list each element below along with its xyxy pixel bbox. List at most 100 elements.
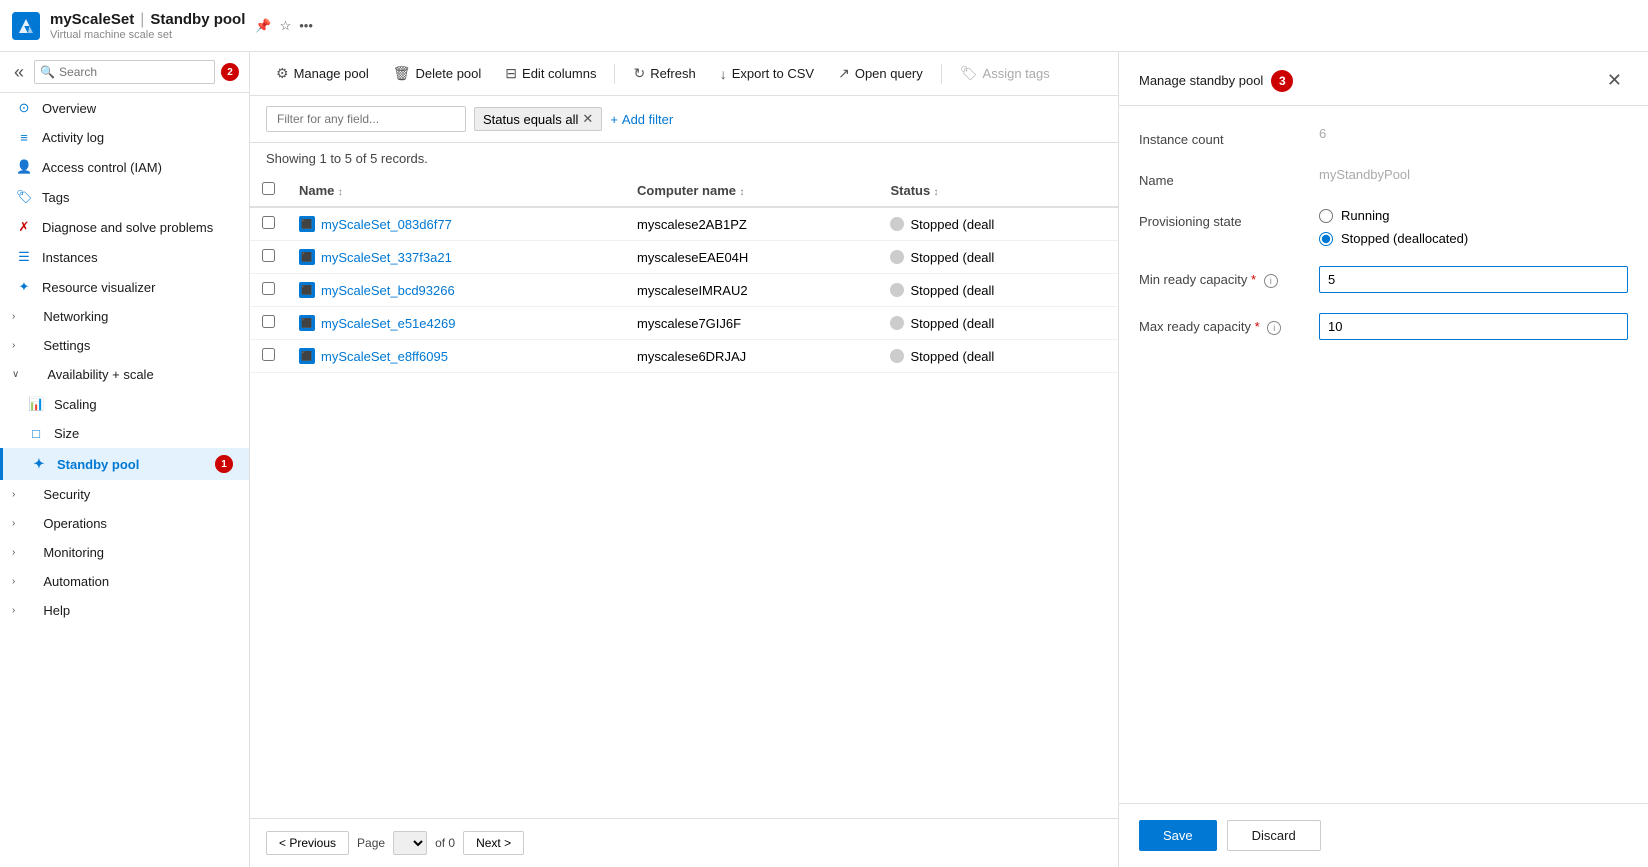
- instance-link[interactable]: ⬛ myScaleSet_bcd93266: [299, 282, 613, 298]
- standby-pool-icon: ✦: [31, 456, 47, 472]
- sidebar-group-monitoring[interactable]: › Monitoring: [0, 538, 249, 567]
- sidebar-group-security[interactable]: › Security: [0, 480, 249, 509]
- open-query-icon: ↗: [838, 65, 850, 82]
- min-ready-input[interactable]: [1319, 266, 1628, 293]
- row-name-cell: ⬛ myScaleSet_e8ff6095: [287, 340, 625, 373]
- instance-link[interactable]: ⬛ myScaleSet_e8ff6095: [299, 348, 613, 364]
- save-button[interactable]: Save: [1139, 820, 1217, 851]
- status-icon: [890, 316, 904, 330]
- radio-stopped-input[interactable]: [1319, 232, 1333, 246]
- manage-pool-button[interactable]: ⚙ Manage pool: [266, 60, 379, 87]
- max-ready-info-icon[interactable]: i: [1267, 321, 1281, 335]
- row-checkbox-cell: [250, 207, 287, 241]
- sidebar-group-automation[interactable]: › Automation: [0, 567, 249, 596]
- search-input[interactable]: [34, 60, 215, 84]
- radio-stopped[interactable]: Stopped (deallocated): [1319, 231, 1628, 246]
- max-ready-input[interactable]: [1319, 313, 1628, 340]
- next-button[interactable]: Next >: [463, 831, 524, 855]
- sidebar-item-size[interactable]: □ Size: [0, 419, 249, 448]
- radio-running[interactable]: Running: [1319, 208, 1628, 223]
- assign-tags-button[interactable]: 🏷 Assign tags: [950, 60, 1060, 87]
- page-select[interactable]: [393, 831, 427, 855]
- instance-link[interactable]: ⬛ myScaleSet_083d6f77: [299, 216, 613, 232]
- open-query-button[interactable]: ↗ Open query: [828, 60, 933, 87]
- instance-link[interactable]: ⬛ myScaleSet_e51e4269: [299, 315, 613, 331]
- select-all-checkbox[interactable]: [262, 182, 275, 195]
- computer-name: myscaleseEAE04H: [637, 250, 748, 265]
- sidebar-group-settings[interactable]: › Settings: [0, 331, 249, 360]
- top-bar-subtitle: Virtual machine scale set: [50, 29, 245, 41]
- availability-chevron-icon: ∨: [12, 369, 19, 380]
- provisioning-state-value: Running Stopped (deallocated): [1319, 208, 1628, 246]
- sidebar-item-overview[interactable]: ⊙ Overview: [0, 93, 249, 123]
- collapse-button[interactable]: «: [10, 62, 28, 83]
- computer-name: myscalese7GIJ6F: [637, 316, 741, 331]
- computer-sort-icon: ↕: [739, 187, 744, 198]
- computer-name: myscaleseIMRAU2: [637, 283, 748, 298]
- standby-pool-badge: 1: [215, 455, 233, 473]
- filter-input[interactable]: [266, 106, 466, 132]
- th-name[interactable]: Name ↕: [287, 174, 625, 207]
- name-sort-icon: ↕: [338, 187, 343, 198]
- sidebar-group-networking[interactable]: › Networking: [0, 302, 249, 331]
- min-ready-info-icon[interactable]: i: [1264, 274, 1278, 288]
- export-csv-button[interactable]: ↓ Export to CSV: [710, 61, 824, 87]
- max-ready-value: [1319, 313, 1628, 340]
- status-label: Stopped (deall: [910, 316, 994, 331]
- filter-tag-close[interactable]: ✕: [582, 111, 593, 127]
- sidebar-item-label: Activity log: [42, 130, 104, 145]
- th-computer-name[interactable]: Computer name ↕: [625, 174, 878, 207]
- sidebar-group-help[interactable]: › Help: [0, 596, 249, 625]
- status-label: Stopped (deall: [910, 349, 994, 364]
- sidebar-item-diagnose[interactable]: ✗ Diagnose and solve problems: [0, 212, 249, 242]
- instance-count-label: Instance count: [1139, 126, 1319, 147]
- table-row: ⬛ myScaleSet_e51e4269 myscalese7GIJ6F St…: [250, 307, 1118, 340]
- th-status[interactable]: Status ↕: [878, 174, 1118, 207]
- row-checkbox[interactable]: [262, 315, 275, 328]
- operations-chevron-icon: ›: [12, 518, 15, 529]
- more-icon[interactable]: •••: [299, 18, 313, 34]
- sidebar-group-label: Settings: [43, 338, 90, 353]
- size-icon: □: [28, 426, 44, 441]
- status-icon: [890, 250, 904, 264]
- status-icon: [890, 217, 904, 231]
- sidebar-item-standby-pool[interactable]: ✦ Standby pool 1: [0, 448, 249, 480]
- sidebar-item-resource-visualizer[interactable]: ✦ Resource visualizer: [0, 272, 249, 302]
- previous-button[interactable]: < Previous: [266, 831, 349, 855]
- top-bar-actions: 📌 ☆ •••: [255, 18, 313, 34]
- field-min-ready: Min ready capacity i: [1139, 266, 1628, 293]
- sidebar-item-label: Access control (IAM): [42, 160, 162, 175]
- page-label: Page: [357, 836, 385, 850]
- edit-columns-button[interactable]: ⊟ Edit columns: [495, 60, 606, 87]
- vm-icon: ⬛: [299, 249, 315, 265]
- radio-running-input[interactable]: [1319, 209, 1333, 223]
- sidebar-item-instances[interactable]: ☰ Instances: [0, 242, 249, 272]
- sidebar-group-availability-scale[interactable]: ∨ Availability + scale: [0, 360, 249, 389]
- status-sort-icon: ↕: [934, 187, 939, 198]
- networking-chevron-icon: ›: [12, 311, 15, 322]
- discard-button[interactable]: Discard: [1227, 820, 1321, 851]
- instance-link[interactable]: ⬛ myScaleSet_337f3a21: [299, 249, 613, 265]
- field-instance-count: Instance count 6: [1139, 126, 1628, 147]
- row-checkbox[interactable]: [262, 249, 275, 262]
- sidebar-item-activity-log[interactable]: ≡ Activity log: [0, 123, 249, 152]
- favorite-icon[interactable]: ☆: [280, 18, 292, 34]
- overview-icon: ⊙: [16, 100, 32, 116]
- pin-icon[interactable]: 📌: [255, 18, 271, 34]
- row-checkbox[interactable]: [262, 216, 275, 229]
- row-checkbox-cell: [250, 274, 287, 307]
- row-checkbox[interactable]: [262, 282, 275, 295]
- sidebar-item-scaling[interactable]: 📊 Scaling: [0, 389, 249, 419]
- sidebar-item-tags[interactable]: 🏷 Tags: [0, 182, 249, 212]
- sidebar-group-operations[interactable]: › Operations: [0, 509, 249, 538]
- side-panel-close-button[interactable]: ✕: [1601, 68, 1628, 93]
- sidebar-item-label: Scaling: [54, 397, 97, 412]
- sidebar-item-access-control[interactable]: 👤 Access control (IAM): [0, 152, 249, 182]
- help-chevron-icon: ›: [12, 605, 15, 616]
- refresh-button[interactable]: ↻ Refresh: [623, 60, 705, 87]
- sidebar-item-label: Overview: [42, 101, 96, 116]
- row-checkbox[interactable]: [262, 348, 275, 361]
- min-ready-value: [1319, 266, 1628, 293]
- delete-pool-button[interactable]: 🗑 Delete pool: [383, 60, 492, 87]
- add-filter-button[interactable]: + Add filter: [610, 112, 673, 127]
